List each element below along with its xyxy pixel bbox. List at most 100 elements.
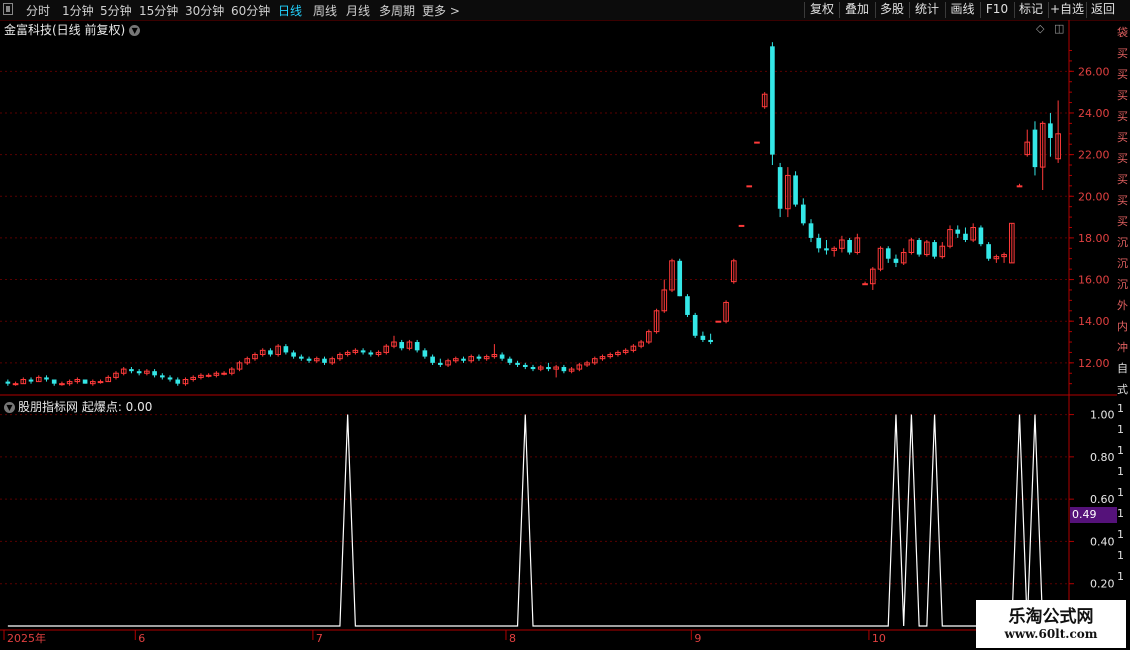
price-tick-label: 18.00 bbox=[1078, 232, 1110, 245]
candle-body-down bbox=[306, 358, 312, 361]
candle-body-down bbox=[129, 369, 134, 372]
candle-body-down bbox=[136, 371, 142, 374]
candle-body-down bbox=[167, 377, 173, 380]
candle-body-up bbox=[12, 383, 19, 386]
side-strip-char: 买 bbox=[1117, 215, 1128, 228]
candle-body-down bbox=[430, 356, 435, 363]
candle-body-down bbox=[268, 350, 273, 355]
panel-toggle-icon[interactable]: ◫ bbox=[1054, 22, 1064, 35]
candle-body-down bbox=[955, 229, 961, 234]
candle-body-down bbox=[360, 350, 366, 353]
indicator-tick-label: 0.60 bbox=[1090, 493, 1115, 506]
side-strip-char: 外 bbox=[1117, 299, 1128, 312]
candle-body-down bbox=[561, 367, 567, 372]
candle-body-down bbox=[414, 342, 420, 351]
candle-body-down bbox=[522, 364, 528, 368]
side-strip-char: 自 bbox=[1117, 362, 1128, 375]
price-tick-label: 22.00 bbox=[1078, 149, 1110, 162]
price-tick-label: 20.00 bbox=[1078, 190, 1110, 203]
side-strip-char: 冲 bbox=[1117, 341, 1128, 354]
candle-body-down bbox=[461, 358, 466, 361]
stock-title: 金富科技(日线 前复权) bbox=[4, 23, 126, 37]
candle-body-down bbox=[399, 342, 405, 349]
watermark-name: 乐淘公式网 bbox=[1008, 607, 1094, 627]
candle-body-down bbox=[283, 346, 289, 353]
side-strip-char: 买 bbox=[1117, 47, 1128, 60]
candle-body-down bbox=[963, 233, 968, 240]
side-strip-char: 1 bbox=[1117, 570, 1124, 583]
diamond-icon[interactable]: ◇ bbox=[1036, 22, 1044, 35]
side-strip-char: 1 bbox=[1117, 465, 1124, 478]
indicator-tick-label: 0.80 bbox=[1090, 451, 1115, 464]
candle-body-down bbox=[1032, 129, 1038, 168]
candle-body-down bbox=[322, 358, 327, 363]
indicator-tick-label: 1.00 bbox=[1090, 409, 1115, 422]
candle-body-down bbox=[51, 379, 57, 384]
indicator-line bbox=[7, 414, 1059, 627]
chart-corner-icons: ◇ ◫ bbox=[1036, 22, 1064, 35]
side-strip-char: 沉 bbox=[1117, 278, 1128, 291]
candle-body-down bbox=[685, 296, 690, 315]
candle-body-up bbox=[1016, 185, 1023, 188]
side-strip-char: 袋 bbox=[1117, 26, 1128, 39]
candle-body-down bbox=[793, 175, 798, 205]
price-tick-label: 16.00 bbox=[1078, 274, 1110, 287]
kline-chart-canvas[interactable]: 12.00 14.00 16.00 18.00 20.00 22.00 24.00 26.00… bbox=[0, 0, 1130, 650]
candle-body-up bbox=[221, 372, 227, 375]
candle-body-down bbox=[438, 362, 443, 365]
date-label: 9 bbox=[694, 632, 701, 645]
side-panel-strip: 袋买买买买买买买买买沉沉沉外内冲自式111111111 bbox=[1117, 20, 1130, 650]
candle-body-down bbox=[816, 237, 822, 249]
candle-body-down bbox=[692, 314, 698, 336]
price-tick-label: 14.00 bbox=[1078, 315, 1110, 328]
candle-body-up bbox=[746, 185, 753, 188]
candle-body-up bbox=[97, 381, 104, 384]
side-strip-char: 买 bbox=[1117, 89, 1128, 102]
candle-body-up bbox=[205, 374, 212, 377]
watermark-logo: 乐淘公式网 www.60lt.com bbox=[976, 600, 1126, 648]
candle-body-down bbox=[677, 260, 683, 297]
candle-body-down bbox=[885, 248, 891, 259]
date-label: 8 bbox=[509, 632, 516, 645]
side-strip-char: 1 bbox=[1117, 444, 1124, 457]
candle-body-down bbox=[986, 244, 991, 259]
candle-body-down bbox=[1048, 123, 1053, 138]
date-label: 6 bbox=[138, 632, 145, 645]
side-strip-char: 买 bbox=[1117, 110, 1128, 123]
candle-body-down bbox=[978, 227, 984, 245]
side-strip-char: 1 bbox=[1117, 423, 1124, 436]
side-strip-char: 1 bbox=[1117, 402, 1124, 415]
candle-body-down bbox=[777, 167, 783, 209]
candle-body-up bbox=[59, 383, 65, 386]
chevron-down-icon[interactable]: ▼ bbox=[4, 402, 15, 413]
side-strip-char: 买 bbox=[1117, 152, 1128, 165]
candle-body-down bbox=[476, 356, 482, 359]
side-strip-char: 买 bbox=[1117, 131, 1128, 144]
candle-body-down bbox=[28, 379, 34, 382]
side-strip-char: 内 bbox=[1117, 320, 1128, 333]
date-label: 2025年 bbox=[7, 631, 46, 645]
side-strip-char: 1 bbox=[1117, 507, 1124, 520]
candle-body-up bbox=[738, 224, 745, 227]
candle-body-down bbox=[507, 358, 513, 363]
candle-body-up bbox=[715, 320, 722, 323]
candle-body-down bbox=[44, 377, 49, 380]
side-strip-char: 沉 bbox=[1117, 257, 1128, 270]
side-strip-char: 式 bbox=[1117, 383, 1128, 396]
side-strip-char: 买 bbox=[1117, 68, 1128, 81]
candle-body-up bbox=[862, 283, 868, 286]
chevron-down-icon[interactable]: ▼ bbox=[129, 25, 141, 36]
side-strip-char: 1 bbox=[1117, 486, 1124, 499]
candle-body-down bbox=[175, 379, 181, 384]
candle-body-down bbox=[932, 242, 937, 257]
candle-body-down bbox=[808, 223, 814, 238]
price-tick-label: 24.00 bbox=[1078, 107, 1110, 120]
candle-body-down bbox=[422, 350, 428, 357]
side-strip-char: 1 bbox=[1117, 549, 1124, 562]
date-label: 10 bbox=[872, 632, 886, 645]
candle-body-down bbox=[159, 375, 165, 378]
candle-body-down bbox=[530, 367, 536, 370]
indicator-title: 股朋指标网 起爆点: 0.00 bbox=[18, 400, 153, 414]
indicator-value-badge: 0.49 bbox=[1070, 507, 1117, 523]
candle-body-down bbox=[82, 379, 88, 384]
